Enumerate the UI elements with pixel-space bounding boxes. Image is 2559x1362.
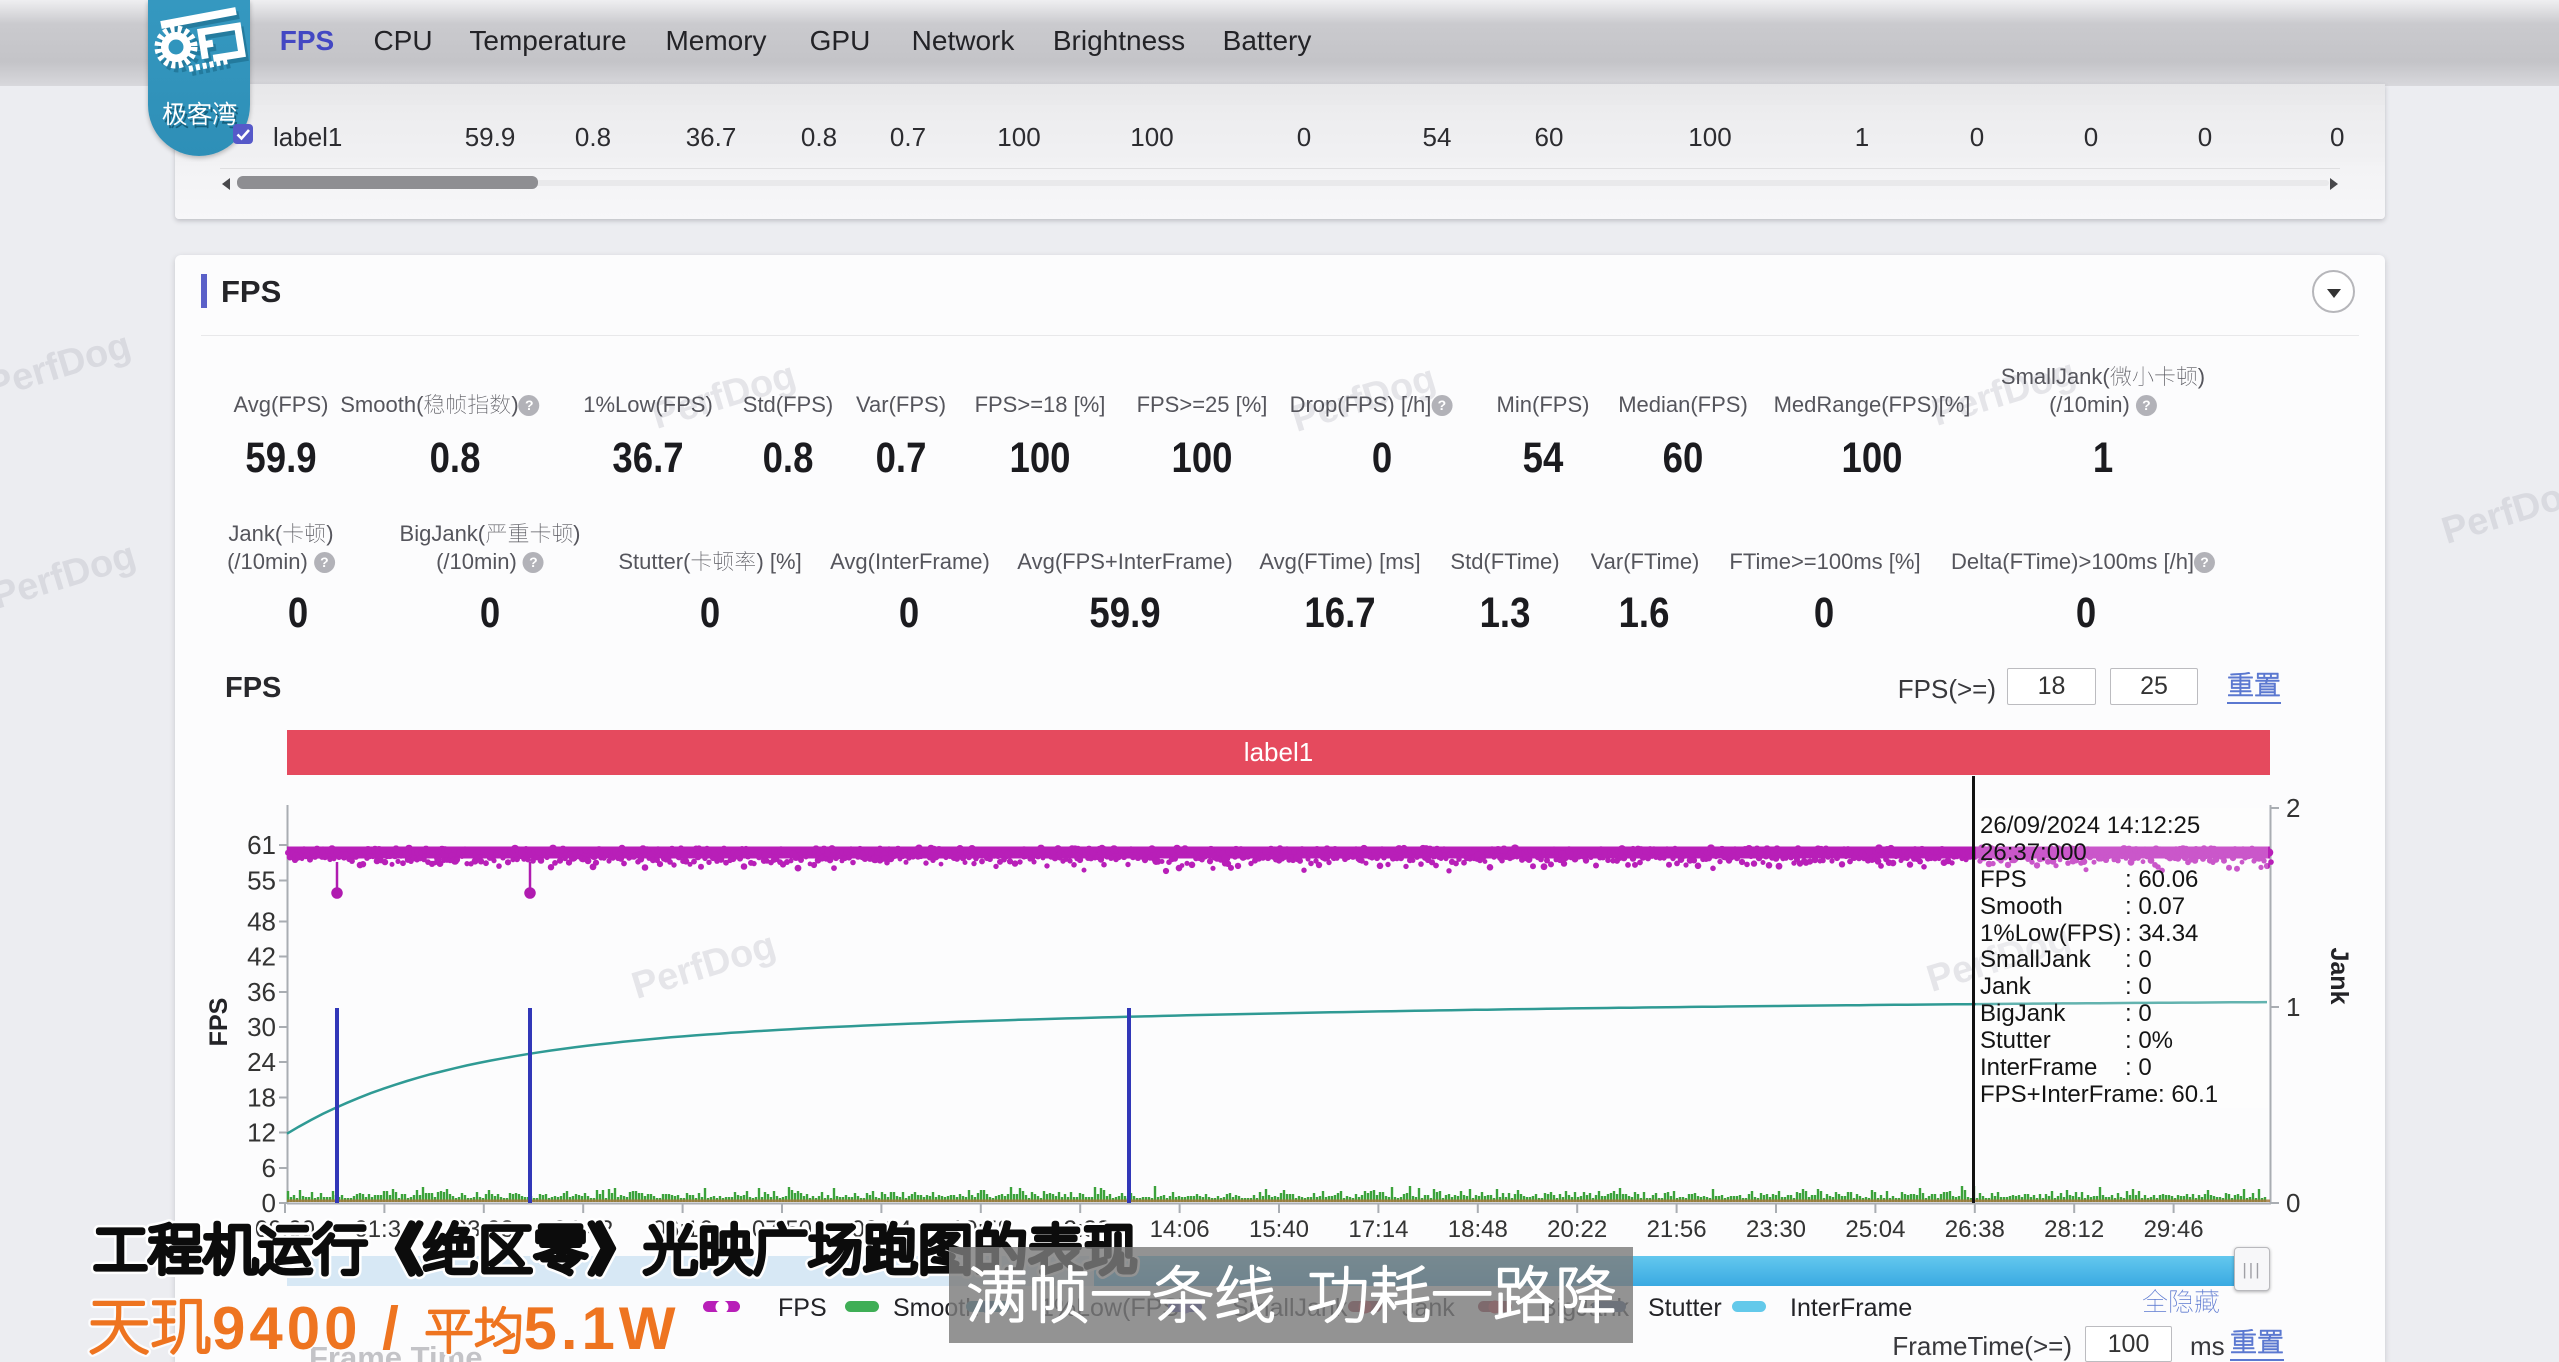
svg-text:28:12: 28:12 — [2044, 1216, 2104, 1243]
svg-text:55: 55 — [247, 866, 276, 896]
svg-text:48: 48 — [247, 907, 276, 937]
svg-text:18: 18 — [247, 1083, 276, 1113]
svg-text:36: 36 — [247, 977, 276, 1007]
svg-text:Jank: Jank — [2325, 948, 2353, 1005]
svg-text:14:06: 14:06 — [1150, 1216, 1210, 1243]
svg-text:20:22: 20:22 — [1547, 1216, 1607, 1243]
svg-text:6: 6 — [262, 1153, 276, 1183]
svg-text:12: 12 — [247, 1118, 276, 1148]
svg-text:0: 0 — [262, 1188, 276, 1218]
svg-text:23:30: 23:30 — [1746, 1216, 1806, 1243]
svg-text:FPS: FPS — [205, 998, 233, 1047]
svg-text:61: 61 — [247, 830, 276, 860]
svg-text:21:56: 21:56 — [1647, 1216, 1707, 1243]
svg-text:29:46: 29:46 — [2144, 1216, 2204, 1243]
svg-text:30: 30 — [247, 1012, 276, 1042]
svg-text:42: 42 — [247, 942, 276, 972]
svg-text:18:48: 18:48 — [1448, 1216, 1508, 1243]
svg-text:25:04: 25:04 — [1845, 1216, 1905, 1243]
svg-text:26:38: 26:38 — [1945, 1216, 2005, 1243]
svg-text:15:40: 15:40 — [1249, 1216, 1309, 1243]
svg-text:17:14: 17:14 — [1348, 1216, 1408, 1243]
svg-text:0: 0 — [2286, 1188, 2300, 1218]
svg-text:24: 24 — [247, 1047, 276, 1077]
